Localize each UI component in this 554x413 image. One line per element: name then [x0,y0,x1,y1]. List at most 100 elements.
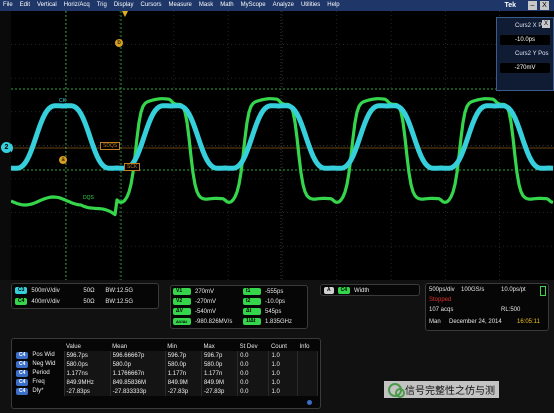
measurement-header: Mean [112,343,128,350]
watermark: 信号完整性之仿与测 [384,381,499,398]
channel-4-scale: 400mV/div [31,298,60,305]
channel-settings-panel[interactable]: C3 500mV/div 50Ω B W:12.5G C4 400mV/div 5… [11,283,159,309]
measurement-header: Count [270,343,287,350]
reference-box-2: SCK [124,163,141,171]
measurement-info [297,360,319,369]
menu-item-file[interactable]: File [0,0,17,11]
menu-item-horizacq[interactable]: Horiz/Acq [61,0,94,11]
minimize-button[interactable]: – [528,1,537,10]
measurement-header: Value [66,343,81,350]
menu-item-vertical[interactable]: Vertical [34,0,61,11]
v1-value: 270mV [195,288,215,295]
acquisition-panel[interactable]: 500ps/div 100GS/s 10.0ps/pt Stopped 107 ac… [425,283,549,331]
measurement-row[interactable]: C4 Freq 849.9MHz 849.85836M 849.9M 849.9M 0.0 1… [14,378,319,387]
waveform-display[interactable]: b a CK DQS SDQS SCK 2 [1,11,554,280]
measurement-mean: 596.66667p [110,351,166,360]
measurement-count: 1.0 [268,360,298,369]
menu-item-trig[interactable]: Trig [94,0,111,11]
measurement-name: Freq [32,379,45,385]
slope-value: -980.826MV/s [195,318,233,325]
measurement-row[interactable]: C4 Neg Wid 580.0ps 580.0p 580.0p 580.0p 0.0 1.0 [14,360,319,369]
slope-badge: ΔV/Δt [173,318,191,325]
measurement-row[interactable]: C4 Dly* -27.83ps -27.833333p -27.83p -27.83p 0… [14,387,319,396]
delta-v-badge: ΔV [173,308,191,315]
menu-item-display[interactable]: Display [111,0,138,11]
close-button[interactable]: X [540,1,549,10]
t2-value: -10.0ps [265,298,286,305]
measurement-stdev: 0.0 [237,369,270,378]
record-length: RL:500 [501,307,521,313]
measurement-min: 1.177n [165,369,202,378]
channel-3-badge[interactable]: C3 [15,287,28,294]
trigger-type-label: Width [354,287,370,294]
curs2-y-value[interactable]: -270mV [500,63,550,73]
menu-item-mask[interactable]: Mask [196,0,217,11]
channel-4-impedance: 50Ω [83,298,95,305]
cursor-b-marker[interactable]: b [115,39,123,47]
channel-2-marker[interactable]: 2 [1,142,12,153]
trigger-position-icon [122,11,128,17]
measurement-name: Dly* [32,388,44,394]
freq-value: 1.835GHz [265,318,293,325]
menu-item-analyze[interactable]: Analyze [270,0,298,11]
measurement-min: 596.7p [165,351,202,360]
curs2-y-label: Curs2 Y Pos [515,51,549,57]
measurement-max: 580.0p [201,360,239,369]
measurement-name: Period [32,370,50,376]
measurement-row[interactable]: C4 Period 1.177ns 1.1766667n 1.177n 1.177n 0.0… [14,369,319,378]
measurement-value: 580.0ps [64,360,111,369]
tek-logo: Tek [504,2,516,9]
acquisition-state: Stopped [429,297,452,303]
measurement-count: 1.0 [268,369,298,378]
measurement-min: 580.0p [165,360,202,369]
settings-icon[interactable] [307,400,312,405]
delta-t-value: 545ps [265,308,282,315]
measurement-value: 596.7ps [64,351,111,360]
menu-item-edit[interactable]: Edit [17,0,34,11]
v2-value: -270mV [195,298,217,305]
measurement-value: 1.177ns [64,369,111,378]
measurement-max: 849.9M [201,378,239,387]
measurement-stdev: 0.0 [237,387,270,396]
measurement-count: 1.0 [268,387,298,396]
menu-item-help[interactable]: Help [324,0,343,11]
menu-item-myscope[interactable]: MyScope [238,0,270,11]
menu-item-measure[interactable]: Measure [166,0,196,11]
measurement-mean: 580.0p [110,360,166,369]
trigger-type-panel[interactable]: A C4 Width [320,284,420,296]
sample-rate: 100GS/s [461,287,485,293]
resolution: 10.0ps/pt [501,287,526,293]
measurement-count: 1.0 [268,378,298,387]
watermark-text: 信号完整性之仿与测 [405,386,495,397]
channel-4-badge[interactable]: C4 [15,298,28,305]
close-icon[interactable]: X [542,20,550,28]
cursor-values-panel[interactable]: V1 270mV t1 -555ps V2 -270mV t2 -10.0ps ΔV -540… [170,285,308,329]
channel-4-bandwidth: W:12.5G [109,298,133,305]
v2-badge: V2 [173,298,191,305]
timebase: 500ps/div [429,287,455,293]
curs2-x-value[interactable]: -10.0ps [500,35,550,45]
acquisition-count: 107 acqs [429,307,454,313]
channel-3-bandwidth: W:12.5G [109,287,133,294]
dqs-label: DQS [83,195,94,201]
measurement-row[interactable]: C4 Pos Wid 596.7ps 596.66667p 596.7p 596.7p 0.… [14,351,319,360]
menu-item-utilities[interactable]: Utilities [298,0,324,11]
measurement-header: Max [203,343,215,350]
measurement-source-badge: C4 [16,370,29,377]
t2-badge: t2 [243,298,261,305]
menu-item-math[interactable]: Math [217,0,237,11]
measurement-count: 1.0 [268,351,298,360]
measurement-info [297,387,319,396]
measurement-source-badge: C4 [16,361,29,368]
cursor-a-marker[interactable]: a [59,156,67,164]
trigger-source-badge: C4 [337,287,351,294]
channel-3-scale: 500mV/div [31,287,60,294]
measurement-mean: 1.1766667n [110,369,166,378]
measurement-name: Pos Wid [32,352,55,358]
measurement-name: Neg Wid [32,361,56,367]
menu-item-cursors[interactable]: Cursors [138,0,166,11]
freq-badge: 1/Δt [243,318,261,325]
date: December 24, 2014 [449,319,502,325]
battery-icon [540,286,546,296]
measurement-source-badge: C4 [16,379,29,386]
